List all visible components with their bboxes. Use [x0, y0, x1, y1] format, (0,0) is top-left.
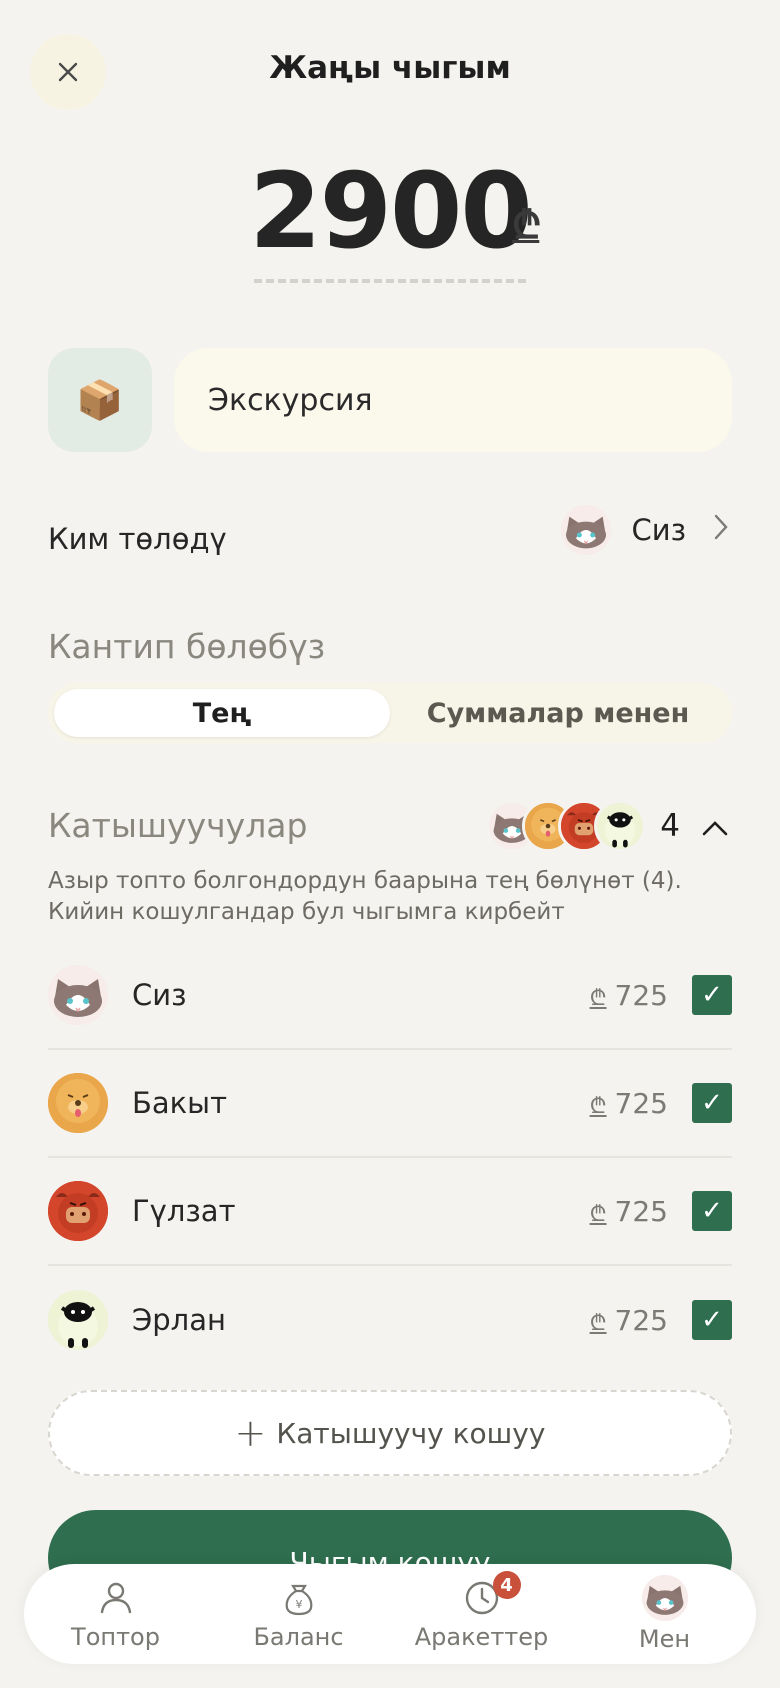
- nav-item-groups[interactable]: Топтор: [24, 1564, 207, 1664]
- participants-toggle[interactable]: 4: [486, 800, 728, 852]
- list-item[interactable]: Бакыт ₾ 725 ✓: [48, 1050, 732, 1158]
- money-bag-icon: ¥: [278, 1577, 320, 1619]
- avatar: [48, 965, 108, 1025]
- list-item[interactable]: Сиз ₾ 725 ✓: [48, 942, 732, 1050]
- check-icon: ✓: [701, 1088, 723, 1118]
- payer-label: Ким төлөдү: [48, 522, 227, 556]
- participant-checkbox[interactable]: ✓: [692, 975, 732, 1015]
- description-value: Экскурсия: [208, 382, 373, 418]
- add-participant-button[interactable]: + Катышуучу кошуу: [48, 1390, 732, 1476]
- avatar-stack: [486, 800, 647, 852]
- participant-checkbox[interactable]: ✓: [692, 1191, 732, 1231]
- participant-amount: ₾ 725: [589, 1303, 668, 1337]
- participant-amount: ₾ 725: [589, 1194, 668, 1228]
- people-icon: [95, 1577, 137, 1619]
- nav-item-balance[interactable]: ¥ Баланс: [207, 1564, 390, 1664]
- plus-icon: +: [234, 1411, 267, 1455]
- amount-underline: [254, 279, 526, 283]
- split-option-amounts[interactable]: Суммалар менен: [390, 689, 726, 737]
- avatar: [48, 1181, 108, 1241]
- nav-label: Баланс: [253, 1623, 344, 1651]
- participants-count: 4: [660, 808, 680, 844]
- clock-icon: 4: [461, 1571, 521, 1619]
- nav-item-me[interactable]: Мен: [573, 1564, 756, 1664]
- nav-label: Топтор: [71, 1623, 160, 1651]
- payer-avatar: [561, 505, 612, 555]
- chevron-right-icon: [714, 513, 728, 548]
- participants-list: Сиз ₾ 725 ✓ Бакыт ₾ 725 ✓ Гүлзат ₾ 725 ✓ Эр…: [48, 942, 732, 1374]
- participant-checkbox[interactable]: ✓: [692, 1300, 732, 1340]
- split-segmented-control: Тең Суммалар менен: [48, 683, 732, 743]
- participants-note: Азыр топто болгондордун баарына тең бөлү…: [48, 868, 682, 925]
- participant-name: Эрлан: [132, 1303, 226, 1337]
- currency-symbol: ₾: [512, 203, 541, 247]
- participant-amount: ₾ 725: [589, 1086, 668, 1120]
- participant-checkbox[interactable]: ✓: [692, 1083, 732, 1123]
- check-icon: ✓: [701, 980, 723, 1010]
- payer-selector[interactable]: Сиз: [561, 505, 728, 555]
- bottom-nav: Топтор ¥ Баланс 4 Аракеттер Мен: [24, 1564, 756, 1664]
- participant-name: Бакыт: [132, 1086, 227, 1120]
- cat-avatar: [641, 1575, 688, 1621]
- check-icon: ✓: [701, 1196, 723, 1226]
- check-icon: ✓: [701, 1305, 723, 1335]
- chevron-up-icon: [702, 810, 728, 843]
- category-button[interactable]: 📦: [48, 348, 152, 452]
- list-item[interactable]: Гүлзат ₾ 725 ✓: [48, 1158, 732, 1266]
- participant-name: Гүлзат: [132, 1194, 236, 1228]
- nav-item-activity[interactable]: 4 Аракеттер: [390, 1564, 573, 1664]
- avatar: [48, 1073, 108, 1133]
- svg-text:¥: ¥: [295, 1598, 302, 1611]
- avatar: [594, 800, 647, 852]
- package-icon: 📦: [76, 377, 124, 422]
- avatar: [48, 1290, 108, 1350]
- participant-name: Сиз: [132, 978, 187, 1012]
- payer-name: Сиз: [631, 513, 686, 547]
- amount-value: 2900: [249, 150, 532, 272]
- add-participant-label: Катышуучу кошуу: [276, 1416, 546, 1450]
- amount-display[interactable]: 2900 ₾: [0, 150, 780, 272]
- participant-amount: ₾ 725: [589, 978, 668, 1012]
- nav-label: Аракеттер: [414, 1623, 549, 1651]
- nav-label: Мен: [638, 1625, 691, 1653]
- notification-badge: 4: [492, 1571, 521, 1599]
- split-option-equal[interactable]: Тең: [54, 689, 390, 737]
- page-title: Жаңы чыгым: [269, 50, 511, 86]
- participants-title: Катышуучулар: [48, 806, 308, 845]
- description-field[interactable]: Экскурсия: [174, 348, 732, 452]
- split-title: Кантип бөлөбүз: [48, 627, 326, 666]
- list-item[interactable]: Эрлан ₾ 725 ✓: [48, 1266, 732, 1374]
